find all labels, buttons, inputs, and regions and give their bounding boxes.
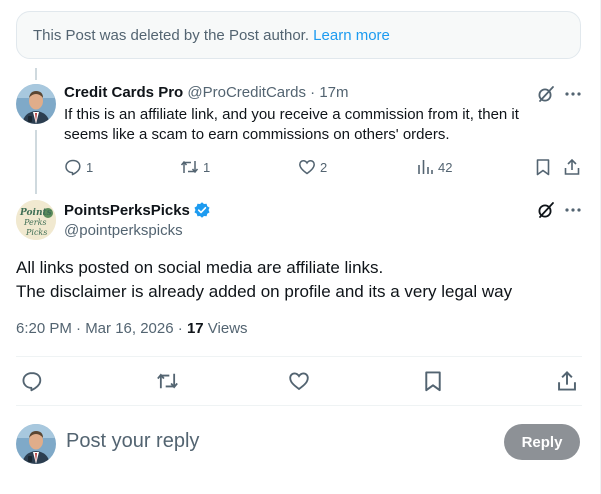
- share-button-main[interactable]: [556, 370, 578, 392]
- repost-count: 1: [203, 159, 211, 175]
- like-icon: [289, 372, 309, 391]
- grok-button[interactable]: [537, 85, 555, 103]
- main-post-text-line: All links posted on social media are aff…: [16, 258, 384, 277]
- reply-author-handle[interactable]: @ProCreditCards: [187, 84, 306, 101]
- main-author-handle[interactable]: @pointperkspicks: [64, 222, 183, 239]
- thread-connector-bottom: [35, 130, 37, 194]
- reply-button-main[interactable]: [21, 370, 43, 392]
- bookmark-icon: [425, 371, 441, 392]
- divider: [16, 405, 582, 406]
- more-icon: [565, 208, 581, 212]
- reply-time[interactable]: 17m: [319, 84, 348, 101]
- reply-text-line: seems like a scam to earn commissions on…: [64, 126, 450, 143]
- header-separator: ·: [310, 84, 316, 101]
- more-icon: [565, 92, 581, 96]
- like-count: 2: [320, 159, 328, 175]
- views-button[interactable]: 42: [416, 158, 452, 176]
- svg-text:Perks: Perks: [23, 218, 47, 227]
- repost-button[interactable]: 1: [180, 158, 210, 176]
- avatar-image: [16, 424, 56, 464]
- views-count: 42: [438, 159, 453, 175]
- reply-submit-button[interactable]: Reply: [504, 424, 580, 460]
- reply-text: If this is an affiliate link, and you re…: [64, 105, 564, 145]
- reply-text-line: If this is an affiliate link, and you re…: [64, 106, 519, 123]
- share-button[interactable]: [563, 158, 581, 176]
- bookmark-icon: [536, 159, 550, 176]
- reply-input[interactable]: Post your reply: [66, 430, 199, 453]
- main-author-name-row: PointsPerksPicks: [64, 201, 211, 219]
- grok-icon: [538, 86, 554, 102]
- repost-icon: [157, 373, 178, 389]
- repost-button-main[interactable]: [156, 370, 179, 392]
- svg-text:Picks: Picks: [25, 228, 47, 237]
- share-icon: [564, 158, 580, 175]
- avatar-image: [16, 84, 56, 124]
- deleted-notice-text: This Post was deleted by the Post author…: [33, 27, 309, 44]
- share-icon: [558, 371, 576, 391]
- reply-icon: [22, 372, 42, 392]
- reply-icon: [65, 159, 81, 176]
- main-author-name[interactable]: PointsPerksPicks: [64, 202, 190, 219]
- composer-avatar[interactable]: [16, 424, 56, 464]
- views-icon: [418, 160, 433, 174]
- divider: [16, 356, 582, 357]
- like-button-main[interactable]: [288, 370, 310, 392]
- repost-icon: [180, 160, 199, 174]
- more-options-button[interactable]: [564, 85, 582, 103]
- grok-button[interactable]: [537, 201, 555, 219]
- like-button[interactable]: 2: [298, 158, 327, 176]
- meta-separator: ·: [173, 320, 187, 337]
- more-options-button[interactable]: [564, 201, 582, 219]
- svg-text:Points: Points: [19, 208, 52, 218]
- reply-button-small[interactable]: 1: [64, 158, 93, 176]
- main-post-text: All links posted on social media are aff…: [16, 256, 576, 304]
- verified-badge-icon[interactable]: [193, 201, 211, 219]
- post-timestamp[interactable]: 6:20 PM · Mar 16, 2026: [16, 320, 174, 337]
- bookmark-button-main[interactable]: [422, 370, 444, 392]
- bookmark-button[interactable]: [534, 158, 552, 176]
- main-post-text-line: The disclaimer is already added on profi…: [16, 282, 513, 301]
- reply-header: Credit Cards Pro @ProCreditCards · 17m: [64, 84, 349, 101]
- post-meta: 6:20 PM · Mar 16, 2026 · 17 Views: [16, 320, 248, 337]
- reply-author-name[interactable]: Credit Cards Pro: [64, 84, 183, 101]
- reply-count: 1: [86, 159, 94, 175]
- post-views-count: 17: [186, 320, 204, 337]
- avatar[interactable]: [16, 84, 56, 124]
- learn-more-link[interactable]: Learn more: [313, 27, 390, 44]
- like-icon: [299, 160, 315, 175]
- avatar-logo: Points Perks Picks: [16, 200, 56, 240]
- thread-connector-top: [35, 68, 37, 80]
- grok-icon: [538, 202, 554, 218]
- avatar[interactable]: Points Perks Picks: [16, 200, 56, 240]
- deleted-post-notice: This Post was deleted by the Post author…: [16, 11, 581, 59]
- post-views-label: Views: [203, 320, 248, 337]
